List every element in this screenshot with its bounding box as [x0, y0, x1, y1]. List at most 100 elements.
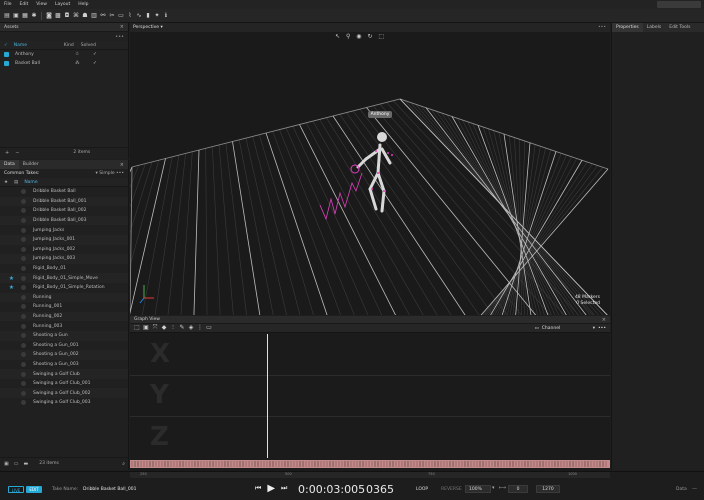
frame-all-icon[interactable]: ▣	[143, 325, 149, 331]
asset-row[interactable]: Anthony ☃ ✓	[0, 50, 128, 59]
chevron-down-icon[interactable]: ▾	[492, 485, 495, 491]
tool-icon[interactable]: ✂	[109, 13, 115, 19]
mode-selector[interactable]: ▾ Simple •••	[96, 171, 124, 176]
range-end-field[interactable]: 1270	[536, 485, 560, 493]
list-item[interactable]: Dribble Basket Ball	[0, 187, 128, 197]
list-item[interactable]: Swinging a Golf Club_002	[0, 388, 128, 398]
checkbox[interactable]	[4, 61, 9, 66]
perspective-viewport[interactable]: Anthony ↖ ⚲ ◉ ↻ ⬚ 48 Markers 0 Selected	[130, 23, 610, 315]
col-kind[interactable]: Kind	[64, 43, 78, 48]
edit-button[interactable]: EDIT	[26, 486, 42, 493]
list-item[interactable]: Dribble Basket Ball_001	[0, 197, 128, 207]
list-item[interactable]: Running_002	[0, 312, 128, 322]
skip-back-icon[interactable]: ⏮	[255, 484, 261, 493]
data-view-label[interactable]: Data	[676, 487, 687, 492]
live-button[interactable]: LIVE	[8, 486, 24, 493]
edit-icon[interactable]: ✎	[179, 325, 185, 331]
panel-icon[interactable]: ▣	[4, 461, 9, 467]
tab-edit-tools[interactable]: Edit Tools	[665, 23, 694, 32]
view-selector[interactable]: Perspective ▾	[133, 25, 163, 30]
star-icon[interactable]: ★	[8, 284, 15, 291]
grid-icon[interactable]: ▦	[22, 13, 28, 19]
list-item[interactable]: Jumping Jacks_003	[0, 254, 128, 264]
list-item[interactable]: Shooting a Gun_001	[0, 341, 128, 351]
capture-icon[interactable]: ◘	[64, 13, 70, 19]
list-item[interactable]: Swinging a Golf Club_001	[0, 379, 128, 389]
menu-view[interactable]: View	[36, 2, 47, 7]
list-item[interactable]: ★Rigid_Body_01_Simple_Move	[0, 273, 128, 283]
list-item[interactable]: Rigid_Body_01	[0, 264, 128, 274]
tab-labels[interactable]: Labels	[643, 23, 665, 32]
graph-canvas[interactable]: X Y Z	[130, 334, 610, 458]
plus-icon[interactable]: ✦	[154, 13, 160, 19]
list-item[interactable]: Jumping Jacks	[0, 225, 128, 235]
layout-icon[interactable]: ▩	[55, 13, 61, 19]
list-item[interactable]: Swinging a Golf Club	[0, 369, 128, 379]
window-controls[interactable]	[657, 1, 701, 8]
frame-ruler[interactable]: 250 500 750 1000	[130, 472, 610, 478]
list-item[interactable]: Dribble Basket Ball_002	[0, 206, 128, 216]
frame-icon[interactable]: ⬚	[378, 33, 386, 40]
pan-icon[interactable]: ⤧	[152, 325, 158, 331]
checkbox[interactable]	[4, 52, 9, 57]
more-icon[interactable]: •••	[598, 25, 606, 30]
list-item[interactable]: Jumping Jacks_001	[0, 235, 128, 245]
save-icon[interactable]: ▣	[13, 13, 19, 19]
folder-open-icon[interactable]: ▬	[23, 461, 28, 467]
col-name[interactable]: Name	[14, 43, 64, 48]
more-icon[interactable]: •••	[116, 171, 124, 176]
window-icon[interactable]: ▭	[118, 13, 124, 19]
list-item[interactable]: Dribble Basket Ball_003	[0, 216, 128, 226]
key-icon[interactable]: ◆	[161, 325, 167, 331]
star-icon[interactable]: ★	[8, 275, 15, 282]
split-icon[interactable]: ⫶	[170, 325, 176, 331]
remove-icon[interactable]: −	[15, 150, 19, 156]
fit-icon[interactable]: ⬚	[134, 325, 140, 331]
menu-help[interactable]: Help	[78, 2, 88, 7]
camera-icon[interactable]: ◙	[46, 13, 52, 19]
star-icon[interactable]: ★	[4, 180, 8, 185]
skip-forward-icon[interactable]: ⏭	[281, 484, 287, 493]
menu-file[interactable]: File	[4, 2, 12, 7]
speed-field[interactable]: 100%	[465, 485, 491, 493]
rigid-body-icon[interactable]: ▥	[91, 13, 97, 19]
play-icon[interactable]: ▶	[267, 483, 275, 494]
col-name[interactable]: Name	[24, 180, 37, 185]
list-item[interactable]: Shooting a Gun	[0, 331, 128, 341]
tab-properties[interactable]: Properties	[612, 23, 643, 32]
video-icon[interactable]: ▮	[145, 13, 151, 19]
window-icon[interactable]: ▭	[206, 325, 212, 331]
col-solved[interactable]: Solved	[81, 43, 96, 48]
list-item[interactable]: ★Rigid_Body_01_Simple_Rotation	[0, 283, 128, 293]
list-item[interactable]: Shooting a Gun_003	[0, 360, 128, 370]
add-icon[interactable]: +	[5, 150, 9, 156]
tab-builder[interactable]: Builder	[19, 160, 43, 169]
curve-icon[interactable]: ∿	[136, 13, 142, 19]
view-icon[interactable]: ◉	[356, 33, 363, 40]
more-icon[interactable]: •••	[598, 326, 606, 331]
more-icon[interactable]: •••	[115, 34, 124, 40]
graph-icon[interactable]: ⌇	[127, 13, 133, 19]
close-icon[interactable]: ×	[120, 162, 124, 168]
viewport-scene[interactable]	[130, 23, 610, 315]
playhead[interactable]	[267, 334, 268, 458]
list-item[interactable]: Jumping Jacks_002	[0, 245, 128, 255]
timeline-range-bar[interactable]	[130, 460, 610, 468]
channel-selector[interactable]: ▭ Channel ▾ •••	[535, 326, 611, 331]
tab-data[interactable]: Data	[0, 160, 19, 169]
open-icon[interactable]: ▤	[4, 13, 10, 19]
folder-icon[interactable]: ▭	[14, 461, 19, 467]
list-item[interactable]: Swinging a Golf Club_003	[0, 398, 128, 408]
marker-icon[interactable]: ◈	[188, 325, 194, 331]
range-start-field[interactable]: 0	[508, 485, 528, 493]
search-icon[interactable]: ⌕	[122, 461, 125, 467]
zoom-icon[interactable]: ⚲	[346, 33, 352, 40]
list-icon[interactable]: ▤	[14, 180, 18, 185]
menu-layout[interactable]: Layout	[55, 2, 70, 7]
close-icon[interactable]: ×	[602, 317, 606, 323]
close-icon[interactable]: ×	[120, 24, 124, 30]
list-item[interactable]: Running	[0, 293, 128, 303]
rotate-icon[interactable]: ↻	[367, 33, 374, 40]
collapse-icon[interactable]: —	[692, 486, 697, 492]
info-icon[interactable]: ℹ	[163, 13, 169, 19]
